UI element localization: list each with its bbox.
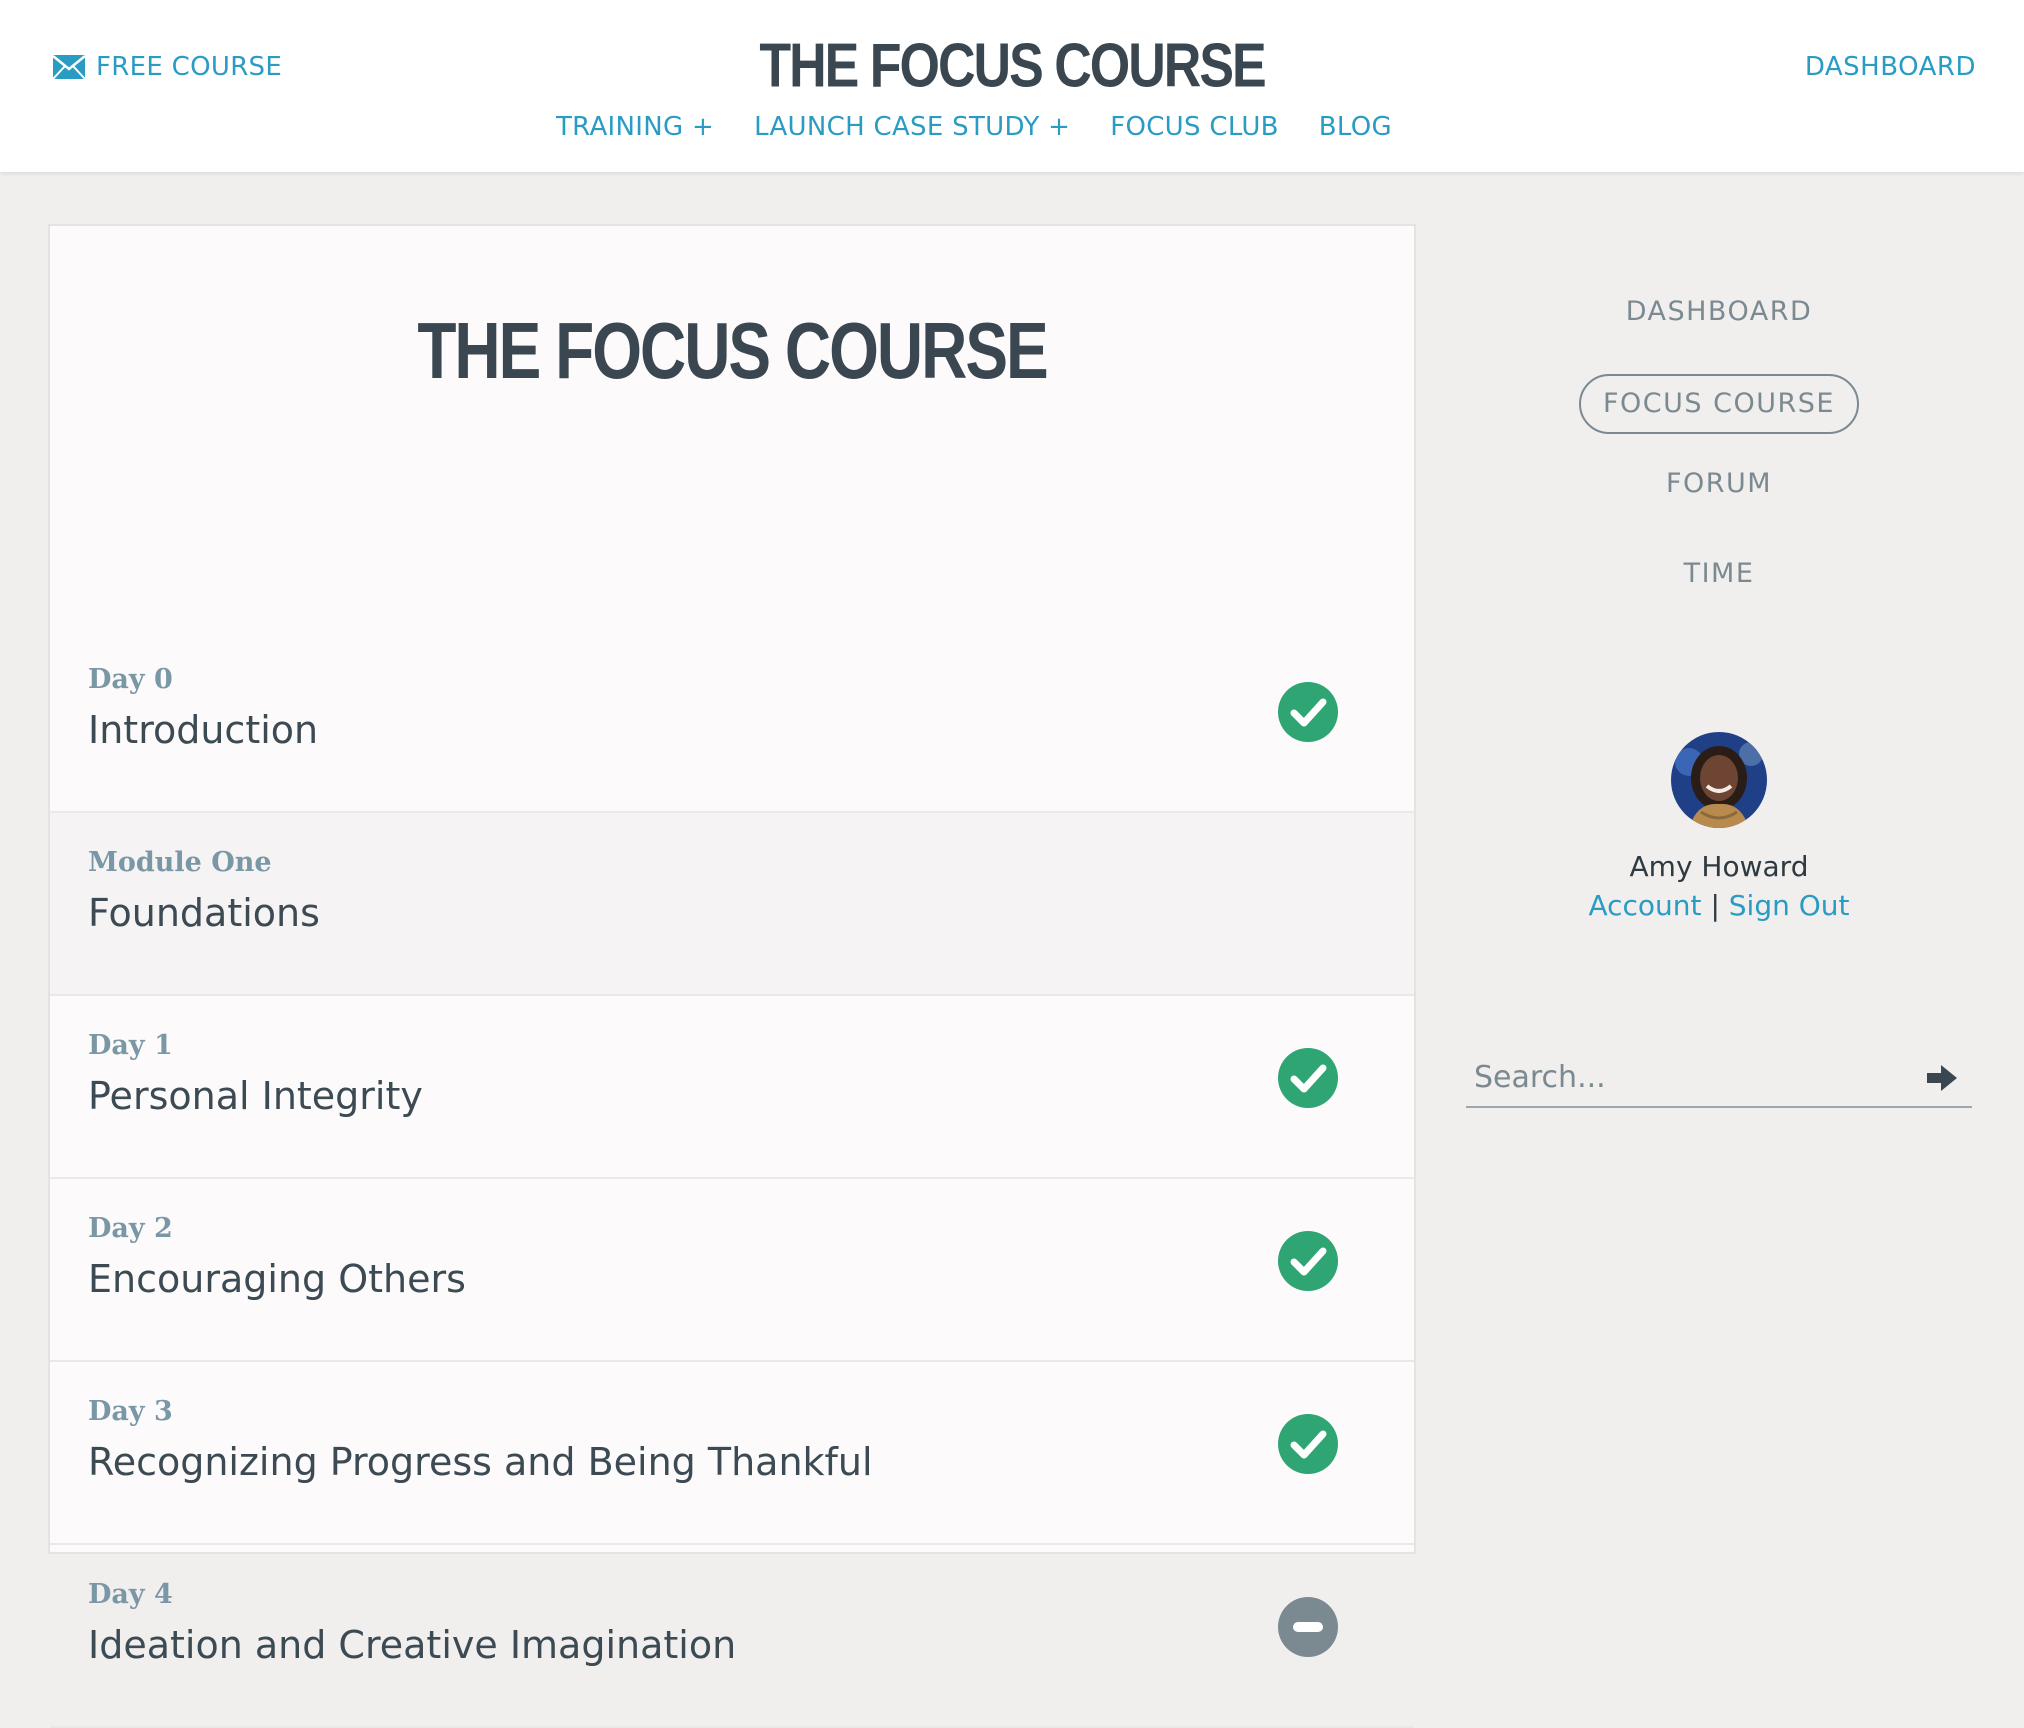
check-circle-icon: [1278, 1414, 1338, 1474]
check-circle-icon: [1278, 1048, 1338, 1108]
lesson-title: Ideation and Creative Imagination: [88, 1623, 737, 1667]
lesson-title: Encouraging Others: [88, 1257, 466, 1301]
sidebar-item-forum[interactable]: FORUM: [1666, 464, 1772, 554]
lesson-row-day-4[interactable]: Day 4 Ideation and Creative Imagination: [50, 1545, 1414, 1728]
lesson-title: Introduction: [88, 708, 319, 752]
avatar: [1671, 732, 1767, 828]
check-circle-icon: [1278, 682, 1338, 742]
sign-out-link[interactable]: Sign Out: [1729, 889, 1850, 922]
lesson-row-day-2[interactable]: Day 2 Encouraging Others: [50, 1179, 1414, 1362]
lesson-kicker: Day 4: [88, 1579, 173, 1610]
lesson-title: Recognizing Progress and Being Thankful: [88, 1440, 873, 1484]
sidebar-item-dashboard[interactable]: DASHBOARD: [1626, 292, 1813, 382]
lesson-kicker: Day 3: [88, 1396, 173, 1427]
nav-launch-case-study[interactable]: LAUNCH CASE STUDY +: [754, 112, 1070, 142]
nav-blog[interactable]: BLOG: [1319, 112, 1392, 142]
module-row-one[interactable]: Module One Foundations: [50, 813, 1414, 996]
lesson-row-day-3[interactable]: Day 3 Recognizing Progress and Being Tha…: [50, 1362, 1414, 1545]
lesson-title: Personal Integrity: [88, 1074, 423, 1118]
search-box: [1466, 1050, 1972, 1108]
lesson-kicker: Day 1: [88, 1030, 173, 1061]
main-nav: TRAINING + LAUNCH CASE STUDY + FOCUS CLU…: [0, 112, 1986, 142]
header-dashboard-link[interactable]: DASHBOARD: [1805, 52, 1976, 82]
lesson-list: Day 0 Introduction Module One Foundation…: [50, 630, 1414, 1728]
course-card: THE FOCUS COURSE Day 0 Introduction Modu…: [48, 224, 1416, 1728]
sidebar-nav: DASHBOARD FOCUS COURSE FORUM TIME: [1466, 292, 1972, 644]
lesson-kicker: Day 2: [88, 1213, 173, 1244]
link-separator: |: [1710, 889, 1720, 922]
sidebar: DASHBOARD FOCUS COURSE FORUM TIME Amy Ho…: [1466, 224, 1972, 1108]
account-link[interactable]: Account: [1588, 889, 1701, 922]
search-input[interactable]: [1474, 1050, 1894, 1104]
user-name: Amy Howard: [1629, 850, 1809, 883]
module-title: Foundations: [88, 891, 320, 935]
sidebar-item-time[interactable]: TIME: [1684, 554, 1755, 644]
user-links: Account | Sign Out: [1466, 889, 1972, 922]
lesson-row-day-0[interactable]: Day 0 Introduction: [50, 630, 1414, 813]
site-logo[interactable]: THE FOCUS COURSE: [0, 30, 2024, 102]
nav-focus-club[interactable]: FOCUS CLUB: [1110, 112, 1279, 142]
sidebar-item-focus-course[interactable]: FOCUS COURSE: [1579, 374, 1859, 434]
lesson-kicker: Day 0: [88, 664, 173, 695]
check-circle-icon: [1278, 1231, 1338, 1291]
nav-training[interactable]: TRAINING +: [556, 112, 714, 142]
site-header: FREE COURSE THE FOCUS COURSE DASHBOARD T…: [0, 0, 2024, 172]
course-title: THE FOCUS COURSE: [417, 305, 1048, 396]
avatar-image: [1671, 732, 1767, 828]
lesson-row-day-1[interactable]: Day 1 Personal Integrity: [50, 996, 1414, 1179]
user-block: Amy Howard Account | Sign Out: [1466, 732, 1972, 922]
arrow-right-icon[interactable]: [1924, 1060, 1960, 1096]
minus-circle-icon: [1278, 1597, 1338, 1657]
module-kicker: Module One: [88, 847, 272, 878]
